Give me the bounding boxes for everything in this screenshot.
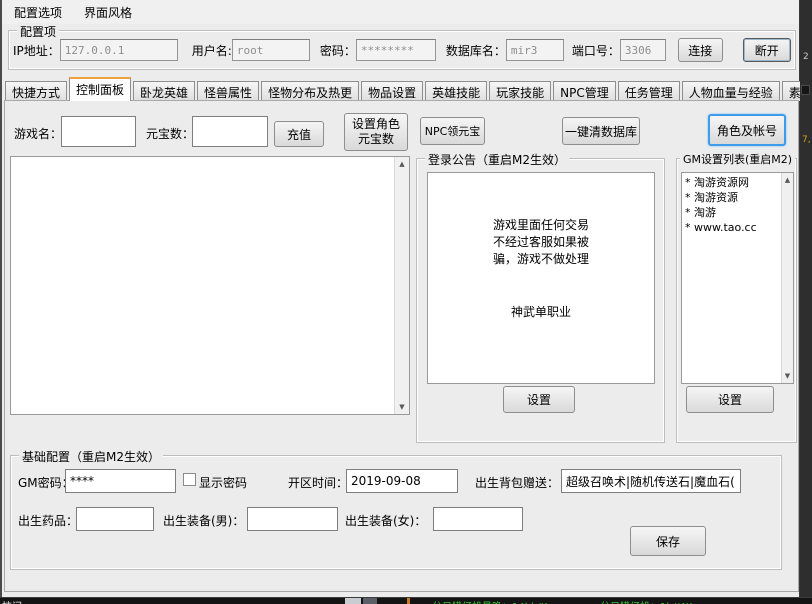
scroll-up-icon[interactable]: ▲	[395, 157, 409, 171]
game-name-input[interactable]	[61, 116, 136, 147]
recharge-button[interactable]: 充值	[274, 121, 324, 147]
taskbar-button[interactable]	[345, 598, 361, 604]
password-label: 密码：	[320, 42, 356, 59]
gm-list-item[interactable]: * 淘游资源网	[685, 175, 793, 190]
scroll-down-icon[interactable]: ▼	[395, 400, 409, 414]
gm-list-set-button[interactable]: 设置	[686, 386, 774, 413]
gm-list-groupbox: GM设置列表(重启M2) * 淘游资源网 * 淘游资源 * 淘游 * www.t…	[676, 158, 797, 443]
database-input[interactable]	[506, 39, 564, 61]
desktop-badge: 2	[803, 52, 809, 62]
birth-drug-label: 出生药品：	[18, 512, 78, 529]
clear-database-button[interactable]: 一键清数据库	[562, 117, 640, 145]
gm-list-group-title: GM设置列表(重启M2)	[680, 151, 795, 167]
announcement-line: 不经过客服如果被	[428, 234, 654, 251]
desktop-edge-strip: 2 7,	[800, 0, 812, 597]
announcement-group-title: 登录公告（重启M2生效）	[425, 151, 569, 168]
yuanbao-label: 元宝数：	[146, 125, 194, 142]
show-password-label: 显示密码	[199, 474, 247, 491]
connection-groupbox: 配置项 IP地址： 用户名: 密码： 数据库名： 端口号： 连接 断开	[8, 30, 796, 70]
port-label: 端口号：	[572, 42, 620, 59]
memo-scrollbar[interactable]: ▲ ▼	[394, 157, 409, 414]
taskbar-net-speed: 分日猎仔机量晚：14bb/K	[432, 598, 547, 604]
username-input[interactable]	[232, 39, 310, 61]
announcement-groupbox: 登录公告（重启M2生效） 游戏里面任何交易 不经过客服如果被 骗，游戏不做处理 …	[416, 158, 665, 443]
taskbar: 技间 分日猎仔机量晚：14bb/K 分日猎仔机：1b//4K	[0, 597, 812, 604]
gm-list-scrollbar[interactable]: ▲ ▼	[781, 173, 793, 383]
gm-list-item[interactable]: * www.tao.cc	[685, 220, 793, 235]
gm-listbox[interactable]: * 淘游资源网 * 淘游资源 * 淘游 * www.tao.cc ▲ ▼	[681, 172, 794, 384]
announcement-line: 游戏里面任何交易	[428, 217, 654, 234]
scroll-up-icon[interactable]: ▲	[782, 173, 793, 187]
base-config-groupbox: 基础配置（重启M2生效） GM密码： 显示密码 开区时间： 出生背包赠送： 出生…	[10, 455, 782, 570]
tab-item-settings[interactable]: 物品设置	[361, 81, 423, 101]
desktop-icon	[801, 85, 810, 95]
taskbar-net-speed: 分日猎仔机：1b//4K	[600, 598, 692, 604]
announcement-set-button[interactable]: 设置	[503, 386, 575, 413]
desktop-badge: 7,	[802, 135, 811, 145]
game-name-label: 游戏名：	[14, 125, 62, 142]
open-date-label: 开区时间：	[288, 474, 348, 491]
tab-wolong-hero[interactable]: 卧龙英雄	[133, 81, 195, 101]
menu-config-options[interactable]: 配置选项	[10, 2, 66, 23]
tab-hp-exp[interactable]: 人物血量与经验	[682, 81, 780, 101]
birth-bag-input[interactable]	[561, 469, 741, 493]
birth-equip-female-input[interactable]	[433, 507, 523, 531]
port-input[interactable]	[620, 39, 666, 61]
tab-quest-manage[interactable]: 任务管理	[618, 81, 680, 101]
gm-list-item[interactable]: * 淘游资源	[685, 190, 793, 205]
tab-control-panel[interactable]: 控制面板	[69, 77, 131, 101]
announcement-footer: 神武单职业	[428, 304, 654, 321]
taskbar-indicator	[407, 598, 410, 604]
gm-password-input[interactable]	[65, 469, 176, 493]
tab-hero-skills[interactable]: 英雄技能	[425, 81, 487, 101]
database-label: 数据库名：	[446, 42, 506, 59]
save-button[interactable]: 保存	[630, 526, 706, 556]
role-account-button[interactable]: 角色及帐号	[708, 114, 786, 146]
menu-bar: 配置选项 界面风格	[2, 0, 799, 24]
connect-button[interactable]: 连接	[678, 38, 723, 62]
tab-monster-dist[interactable]: 怪物分布及热更	[261, 81, 359, 101]
set-role-yuanbao-button[interactable]: 设置角色元宝数	[344, 113, 408, 151]
birth-drug-input[interactable]	[76, 507, 154, 531]
birth-equip-male-label: 出生装备(男)：	[163, 512, 244, 529]
app-window: 配置选项 界面风格 配置项 IP地址： 用户名: 密码： 数据库名： 端口号： …	[0, 0, 800, 597]
yuanbao-input[interactable]	[192, 116, 268, 147]
birth-equip-male-input[interactable]	[247, 507, 338, 531]
password-input[interactable]	[356, 39, 436, 61]
birth-equip-female-label: 出生装备(女)：	[345, 512, 426, 529]
tab-player-skills[interactable]: 玩家技能	[489, 81, 551, 101]
menu-ui-style[interactable]: 界面风格	[80, 2, 136, 23]
tab-monster-attr[interactable]: 怪兽属性	[197, 81, 259, 101]
taskbar-left-text: 技间	[2, 598, 22, 604]
username-label: 用户名:	[192, 42, 232, 59]
gm-list-item[interactable]: * 淘游	[685, 205, 793, 220]
show-password-checkbox[interactable]	[183, 473, 196, 486]
tab-bar: 快捷方式 控制面板 卧龙英雄 怪兽属性 怪物分布及热更 物品设置 英雄技能 玩家…	[5, 79, 812, 101]
base-config-group-title: 基础配置（重启M2生效）	[19, 448, 163, 465]
npc-yuanbao-button[interactable]: NPC领元宝	[420, 117, 485, 145]
taskbar-button[interactable]	[363, 598, 377, 604]
ip-input[interactable]	[60, 39, 178, 61]
birth-bag-label: 出生背包赠送：	[475, 474, 559, 491]
tab-shortcuts[interactable]: 快捷方式	[5, 81, 67, 101]
ip-label: IP地址：	[13, 42, 60, 59]
script-memo[interactable]: ▲ ▼	[10, 156, 410, 415]
announcement-line: 骗，游戏不做处理	[428, 251, 654, 268]
scroll-down-icon[interactable]: ▼	[782, 369, 793, 383]
tab-npc-manage[interactable]: NPC管理	[553, 81, 616, 101]
open-date-input[interactable]	[346, 469, 458, 493]
disconnect-button[interactable]: 断开	[743, 38, 791, 62]
announcement-text[interactable]: 游戏里面任何交易 不经过客服如果被 骗，游戏不做处理 神武单职业	[427, 172, 655, 384]
